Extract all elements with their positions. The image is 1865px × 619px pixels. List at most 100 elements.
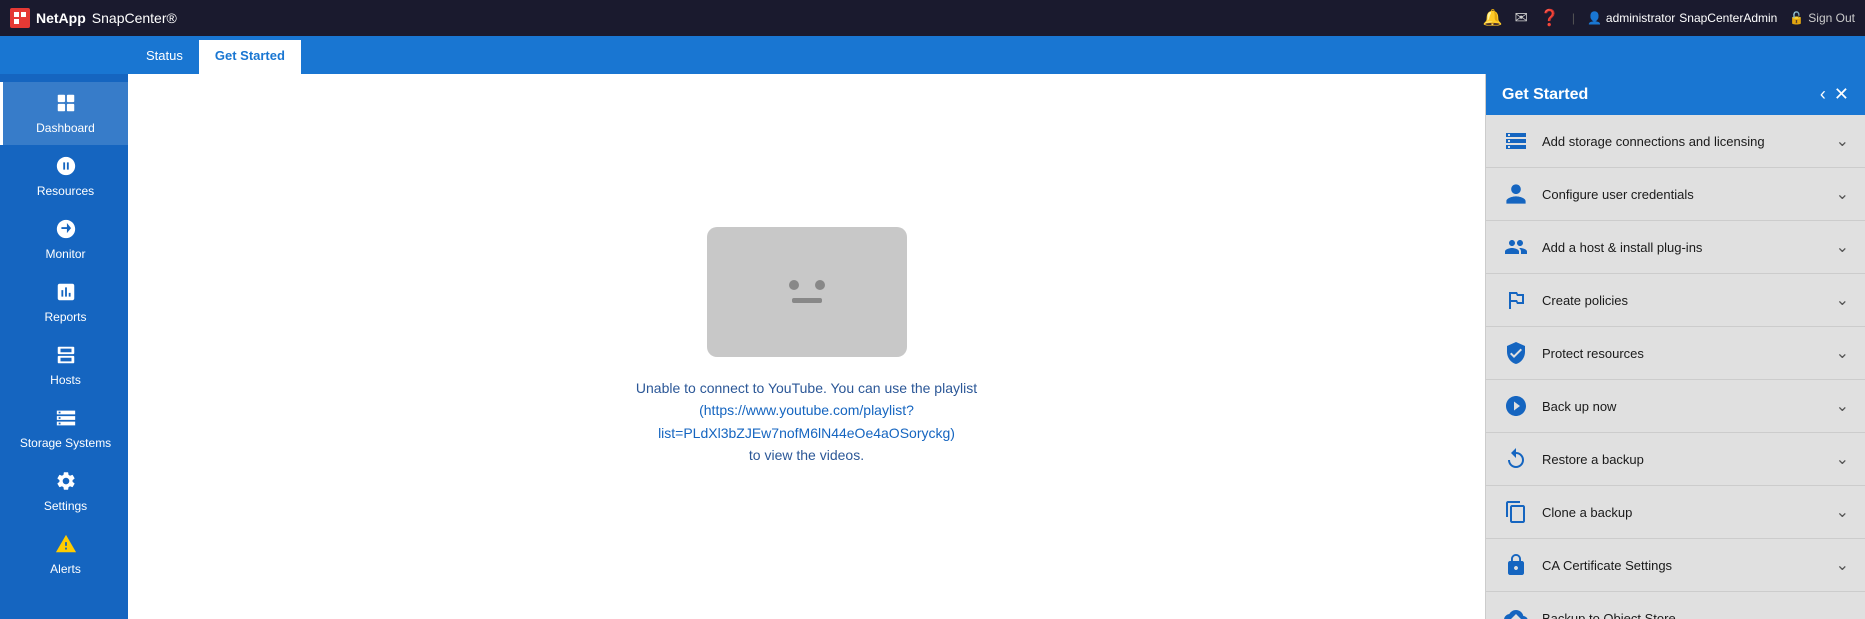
video-area: Unable to connect to YouTube. You can us… [128, 74, 1485, 619]
username: administrator [1606, 11, 1675, 25]
reports-icon [55, 281, 77, 306]
gs-label-9: Backup to Object Store [1542, 611, 1676, 619]
gs-label-3: Create policies [1542, 293, 1628, 308]
top-bar-right: 🔔 ✉ ❓ | 👤 administrator SnapCenterAdmin … [1483, 8, 1855, 28]
netapp-logo-icon [10, 8, 30, 28]
storage-icon [55, 407, 77, 432]
gs-label-2: Add a host & install plug-ins [1542, 240, 1702, 255]
netapp-logo: NetApp SnapCenter® [10, 8, 177, 28]
sidebar-item-resources[interactable]: Resources [0, 145, 128, 208]
gs-item-left-5: Back up now [1502, 392, 1616, 420]
tab-status[interactable]: Status [130, 40, 199, 74]
sidebar-label-hosts: Hosts [50, 373, 81, 387]
sidebar-label-reports: Reports [44, 310, 86, 324]
gs-label-8: CA Certificate Settings [1542, 558, 1672, 573]
gs-header-controls: ‹ ✕ [1820, 84, 1849, 105]
sidebar-item-dashboard[interactable]: Dashboard [0, 82, 128, 145]
top-bar: NetApp SnapCenter® 🔔 ✉ ❓ | 👤 administrat… [0, 0, 1865, 36]
sidebar-item-alerts[interactable]: Alerts [0, 523, 128, 586]
gs-item-add-host[interactable]: Add a host & install plug-ins ⌄ [1486, 221, 1865, 274]
resources-icon [55, 155, 77, 180]
gs-close-button[interactable]: ✕ [1834, 84, 1849, 105]
video-eye-left [789, 280, 799, 290]
gs-item-left-7: Clone a backup [1502, 498, 1632, 526]
org-name: SnapCenterAdmin [1679, 11, 1777, 25]
gs-item-create-policies[interactable]: Create policies ⌄ [1486, 274, 1865, 327]
gs-prev-button[interactable]: ‹ [1820, 84, 1826, 105]
gs-item-backup-object-store[interactable]: Backup to Object Store ⌄ [1486, 592, 1865, 619]
gs-item-left-0: Add storage connections and licensing [1502, 127, 1765, 155]
gs-label-1: Configure user credentials [1542, 187, 1694, 202]
gs-label-5: Back up now [1542, 399, 1616, 414]
secondary-nav: Status Get Started [0, 36, 1865, 74]
storage-connections-icon [1502, 127, 1530, 155]
user-info[interactable]: 👤 administrator SnapCenterAdmin [1587, 11, 1777, 25]
video-mouth [792, 298, 822, 303]
video-face [789, 280, 825, 303]
gs-chevron-5: ⌄ [1836, 396, 1849, 416]
sidebar-label-alerts: Alerts [50, 562, 81, 576]
gs-item-ca-certificate[interactable]: CA Certificate Settings ⌄ [1486, 539, 1865, 592]
gs-chevron-6: ⌄ [1836, 449, 1849, 469]
bell-icon[interactable]: 🔔 [1483, 8, 1503, 28]
message-link[interactable]: (https://www.youtube.com/playlist?list=P… [658, 402, 955, 440]
video-eye-right [815, 280, 825, 290]
gs-label-0: Add storage connections and licensing [1542, 134, 1765, 149]
ca-certificate-icon [1502, 551, 1530, 579]
gs-item-user-credentials[interactable]: Configure user credentials ⌄ [1486, 168, 1865, 221]
sidebar-item-monitor[interactable]: Monitor [0, 208, 128, 271]
signout-label: Sign Out [1808, 11, 1855, 25]
sidebar-item-reports[interactable]: Reports [0, 271, 128, 334]
sidebar-item-settings[interactable]: Settings [0, 460, 128, 523]
hosts-icon [55, 344, 77, 369]
gs-item-left-3: Create policies [1502, 286, 1628, 314]
sidebar-label-storage: Storage Systems [20, 436, 111, 450]
gs-item-left-6: Restore a backup [1502, 445, 1644, 473]
gs-chevron-8: ⌄ [1836, 555, 1849, 575]
gs-item-backup-now[interactable]: Back up now ⌄ [1486, 380, 1865, 433]
user-credentials-icon [1502, 180, 1530, 208]
clone-backup-icon [1502, 498, 1530, 526]
gs-title: Get Started [1502, 86, 1588, 104]
gs-item-left-9: Backup to Object Store [1502, 604, 1676, 619]
gs-label-6: Restore a backup [1542, 452, 1644, 467]
top-bar-left: NetApp SnapCenter® [10, 8, 177, 28]
separator: | [1572, 11, 1575, 25]
gs-item-protect-resources[interactable]: Protect resources ⌄ [1486, 327, 1865, 380]
sign-out-button[interactable]: 🔓 Sign Out [1789, 11, 1855, 25]
dashboard-icon [55, 92, 77, 117]
signout-icon: 🔓 [1789, 11, 1804, 25]
message-line1: Unable to connect to YouTube. You can us… [636, 380, 977, 396]
monitor-icon [55, 218, 77, 243]
gs-item-clone-backup[interactable]: Clone a backup ⌄ [1486, 486, 1865, 539]
gs-chevron-3: ⌄ [1836, 290, 1849, 310]
mail-icon[interactable]: ✉ [1515, 8, 1528, 28]
settings-icon [55, 470, 77, 495]
video-placeholder [707, 227, 907, 357]
sidebar: Dashboard Resources Monitor Reports Host… [0, 74, 128, 619]
gs-chevron-9: ⌄ [1836, 608, 1849, 619]
add-host-icon [1502, 233, 1530, 261]
gs-item-left-4: Protect resources [1502, 339, 1644, 367]
main-content: Unable to connect to YouTube. You can us… [128, 74, 1865, 619]
gs-item-storage-connections[interactable]: Add storage connections and licensing ⌄ [1486, 115, 1865, 168]
protect-resources-icon [1502, 339, 1530, 367]
tab-get-started[interactable]: Get Started [199, 40, 301, 74]
gs-header: Get Started ‹ ✕ [1486, 74, 1865, 115]
user-icon: 👤 [1587, 11, 1602, 25]
gs-item-left-1: Configure user credentials [1502, 180, 1694, 208]
sidebar-item-hosts[interactable]: Hosts [0, 334, 128, 397]
sidebar-label-dashboard: Dashboard [36, 121, 95, 135]
app-name: NetApp [36, 10, 86, 26]
sidebar-item-storage-systems[interactable]: Storage Systems [0, 397, 128, 460]
backup-now-icon [1502, 392, 1530, 420]
get-started-panel: Get Started ‹ ✕ Add storage connections … [1485, 74, 1865, 619]
gs-item-left-2: Add a host & install plug-ins [1502, 233, 1702, 261]
video-eyes [789, 280, 825, 290]
gs-item-restore-backup[interactable]: Restore a backup ⌄ [1486, 433, 1865, 486]
alerts-icon [55, 533, 77, 558]
gs-label-7: Clone a backup [1542, 505, 1632, 520]
sidebar-label-settings: Settings [44, 499, 87, 513]
help-icon[interactable]: ❓ [1540, 8, 1560, 28]
restore-backup-icon [1502, 445, 1530, 473]
